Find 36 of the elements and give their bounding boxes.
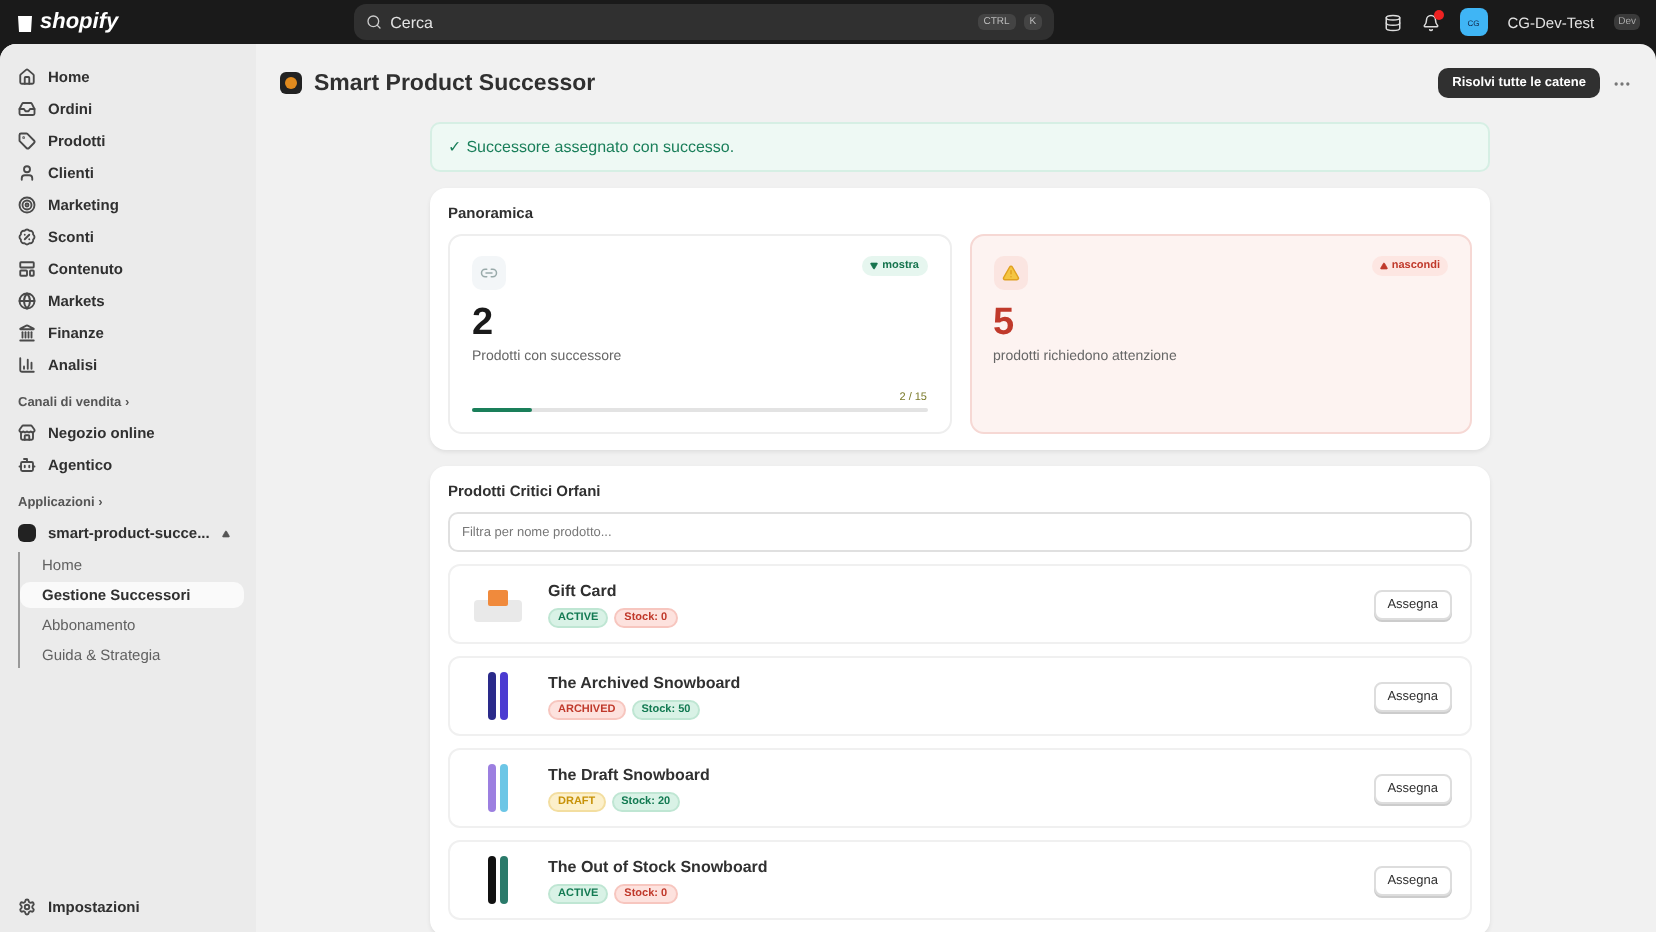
search-icon [366,14,383,30]
inbox-icon [18,100,36,118]
product-name: Gift Card [548,581,619,599]
snowboard-drawing [486,762,510,814]
person-icon [18,164,36,182]
gift-card-drawing [472,584,524,624]
brand-logo: shopify [16,10,119,34]
robot-icon [18,456,36,474]
warning-icon [993,256,1027,290]
stat-value: 2 [472,302,496,346]
layout-icon [18,260,36,278]
tag-icon [18,132,36,150]
database-icon[interactable] [1383,13,1402,31]
app-icon [280,72,302,94]
bank-icon [18,324,36,342]
link-icon [472,256,506,290]
store-icon [18,424,36,442]
triangle-icon [870,262,879,270]
discount-icon [18,228,36,246]
triangle-icon [1379,262,1388,270]
bar-chart-icon [18,356,36,374]
settings-icon [18,898,36,916]
page-title: Smart Product Successor [314,71,596,95]
stat-value: 5 [993,302,1017,346]
app-icon [18,524,36,542]
target-icon [18,196,36,214]
caret-icon[interactable] [221,529,230,537]
success-banner: ✓ Successore assegnato con successo. [430,122,1490,172]
home-icon [18,68,36,86]
product-name: The Archived Snowboard [548,673,741,691]
snowboard-drawing [486,670,510,722]
notifications-icon[interactable] [1421,13,1440,31]
product-name: The Out of Stock Snowboard [548,857,768,875]
snowboard-drawing [486,854,510,906]
globe-icon [18,292,36,310]
product-name: The Draft Snowboard [548,765,710,783]
